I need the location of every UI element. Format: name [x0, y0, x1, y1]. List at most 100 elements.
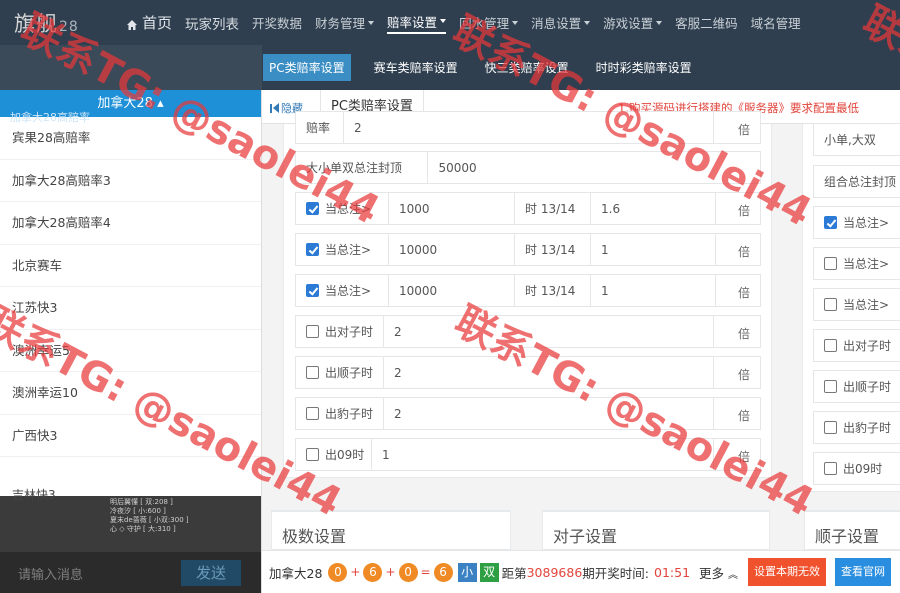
- checkbox-icon: [824, 380, 837, 393]
- nav-rebate[interactable]: 回水管理: [459, 13, 519, 32]
- nav-domain[interactable]: 域名管理: [751, 13, 801, 32]
- tab-racing-odds[interactable]: 赛车类赔率设置: [370, 55, 462, 80]
- section-title: 对子设置: [553, 527, 618, 546]
- tab-k3-odds[interactable]: 快三类赔率设置: [481, 55, 573, 80]
- sidebar-item[interactable]: 北京赛车: [0, 245, 261, 287]
- odds-input[interactable]: 2: [384, 357, 714, 388]
- option-checkbox[interactable]: 当总注>: [813, 247, 900, 280]
- option-row: 出对子时 2 倍: [295, 315, 761, 348]
- checkbox-icon: [306, 407, 319, 420]
- sidebar-item[interactable]: 澳洲幸运5: [0, 330, 261, 372]
- nav-home[interactable]: 首页: [126, 12, 172, 33]
- chat-messages: 明后翼懂 [ 双:208 ] 冷夜汐 [ 小:600 ] 夏末de蔷薇 [ 小双…: [110, 498, 189, 533]
- tab-pc-odds[interactable]: PC类赔率设置: [263, 54, 351, 81]
- checkbox-checked-icon: [306, 284, 319, 297]
- combo-type-input[interactable]: 小单,大双: [813, 123, 900, 156]
- tab-ssc-odds[interactable]: 时时彩类赔率设置: [592, 55, 696, 80]
- checkbox-checked-icon: [306, 202, 319, 215]
- option-checkbox[interactable]: 出09时: [813, 452, 900, 485]
- result-ball: 0: [328, 562, 348, 582]
- option-checkbox[interactable]: 当总注>: [813, 206, 900, 239]
- sidebar-item[interactable]: 加拿大28高赔率4: [0, 202, 261, 245]
- odds-input[interactable]: 2: [344, 112, 714, 143]
- odds-input[interactable]: 1: [372, 439, 714, 470]
- checkbox-icon: [306, 325, 319, 338]
- nav-game-settings[interactable]: 游戏设置: [603, 13, 663, 32]
- checkbox-icon: [306, 448, 319, 461]
- nav-odds-settings[interactable]: 赔率设置: [387, 12, 447, 34]
- checkbox-checked-icon: [306, 243, 319, 256]
- threshold-checkbox[interactable]: 当总注>: [296, 275, 389, 306]
- odds-row: 赔率 2 倍: [295, 111, 761, 144]
- more-link[interactable]: 更多 ︽: [699, 563, 738, 582]
- threshold-row: 当总注> 1000 时 13/14 1.6 倍: [295, 192, 761, 225]
- odds-input[interactable]: 1: [591, 234, 716, 265]
- odds-input[interactable]: 1.6: [591, 193, 716, 224]
- sidebar-top-spacer: [0, 45, 262, 90]
- amount-input[interactable]: 1000: [389, 193, 515, 224]
- sidebar-clipped-item[interactable]: 加拿大28高赔率: [10, 104, 90, 131]
- nav-player-list[interactable]: 玩家列表: [185, 13, 239, 33]
- chevron-up-icon: ︽: [728, 569, 739, 581]
- checkbox-icon: [824, 462, 837, 475]
- sidebar: 加拿大28高赔率 加拿大28 ▴ 宾果28高赔率 加拿大28高赔率3 加拿大28…: [0, 90, 262, 593]
- sidebar-item[interactable]: 广西快3: [0, 415, 261, 457]
- nav-qr-code[interactable]: 客服二维码: [675, 13, 738, 32]
- invalidate-period-button[interactable]: 设置本期无效: [748, 558, 827, 586]
- sidebar-item[interactable]: 加拿大28高赔率3: [0, 160, 261, 202]
- odds-input[interactable]: 2: [384, 398, 714, 429]
- sidebar-item[interactable]: 江苏快3: [0, 287, 261, 330]
- chevron-down-icon: [512, 20, 519, 25]
- home-icon: [126, 17, 138, 30]
- threshold-checkbox[interactable]: 当总注>: [296, 193, 389, 224]
- nav-finance[interactable]: 财务管理: [315, 13, 375, 32]
- section-straight: 顺子设置: [804, 510, 900, 550]
- nav-draw-data[interactable]: 开奖数据: [252, 13, 302, 32]
- chevron-down-icon: [440, 19, 447, 23]
- send-button[interactable]: 发送: [181, 560, 241, 586]
- amount-input[interactable]: 10000: [389, 275, 515, 306]
- size-tag: 小: [457, 562, 477, 582]
- sub-navbar: PC类赔率设置 赛车类赔率设置 快三类赔率设置 时时彩类赔率设置: [0, 45, 900, 90]
- option-checkbox[interactable]: 出豹子时: [296, 398, 384, 429]
- option-checkbox[interactable]: 当总注>: [813, 288, 900, 321]
- checkbox-icon: [306, 366, 319, 379]
- field-label: 赔率: [296, 112, 344, 143]
- brand-logo[interactable]: 旗舰28: [0, 8, 100, 38]
- cap-input[interactable]: 50000: [428, 152, 760, 183]
- checkbox-icon: [824, 298, 837, 311]
- field-label: 组合总注封顶: [813, 165, 900, 198]
- option-row: 出豹子时 2 倍: [295, 397, 761, 430]
- sidebar-header[interactable]: 加拿大28高赔率 加拿大28 ▴: [0, 90, 261, 124]
- chevron-down-icon: [656, 20, 663, 25]
- option-checkbox[interactable]: 出09时: [296, 439, 372, 470]
- option-checkbox[interactable]: 出顺子时: [813, 370, 900, 403]
- section-title: 顺子设置: [815, 527, 880, 546]
- threshold-checkbox[interactable]: 当总注>: [296, 234, 389, 265]
- checkbox-checked-icon: [824, 216, 837, 229]
- unit-label: 倍: [737, 368, 750, 382]
- odds-input[interactable]: 1: [591, 275, 716, 306]
- chevron-down-icon: [584, 20, 591, 25]
- chat-box: 吉林快3 明后翼懂 [ 双:208 ] 冷夜汐 [ 小:600 ] 夏末de蔷薇…: [0, 488, 261, 552]
- option-checkbox[interactable]: 出顺子时: [296, 357, 384, 388]
- threshold-row: 当总注> 10000 时 13/14 1 倍: [295, 274, 761, 307]
- distance-label: 距第: [501, 565, 527, 581]
- chat-input-bar: 请输入消息 发送: [0, 552, 261, 593]
- option-row: 出09时 1 倍: [295, 438, 761, 471]
- option-checkbox[interactable]: 出对子时: [813, 329, 900, 362]
- result-ball: 6: [363, 562, 383, 582]
- odds-input[interactable]: 2: [384, 316, 714, 347]
- view-official-button[interactable]: 查看官网: [835, 558, 892, 586]
- option-row: 出顺子时 2 倍: [295, 356, 761, 389]
- sidebar-item[interactable]: 吉林快3: [12, 486, 56, 503]
- sidebar-item[interactable]: 澳洲幸运10: [0, 372, 261, 415]
- nav-messages[interactable]: 消息设置: [531, 13, 591, 32]
- main-content: 隐藏 PC类赔率设置 1.购买源码进行搭建的《服务器》要求配置最低 赔率 2 倍…: [262, 90, 900, 550]
- option-checkbox[interactable]: 出对子时: [296, 316, 384, 347]
- draw-status-bar: 加拿大28 0 + 6 + 0 = 6 小 双 距第 3089686 期开奖时间…: [262, 550, 900, 593]
- amount-input[interactable]: 10000: [389, 234, 515, 265]
- section-title: 极数设置: [282, 527, 347, 546]
- option-checkbox[interactable]: 出豹子时: [813, 411, 900, 444]
- chat-input[interactable]: 请输入消息: [18, 564, 83, 583]
